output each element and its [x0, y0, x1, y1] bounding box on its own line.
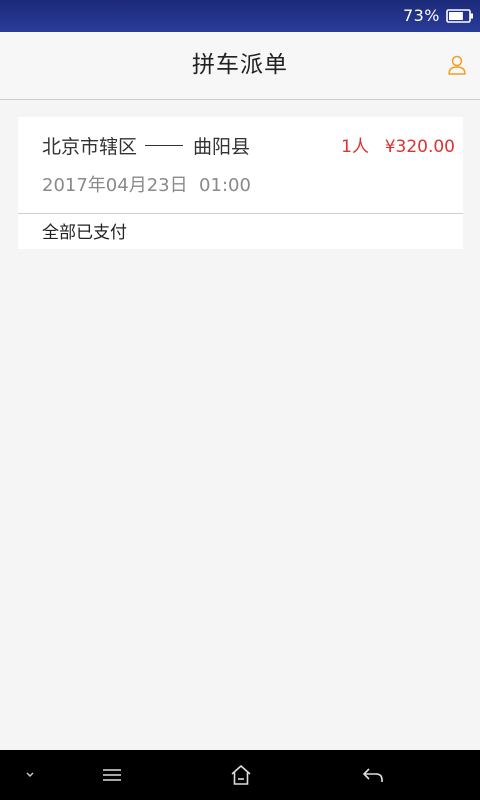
departure-datetime: 2017年04月23日 01:00 — [42, 175, 251, 196]
user-icon[interactable] — [446, 54, 468, 76]
route-separator — [145, 145, 184, 146]
battery-icon — [446, 9, 473, 23]
page-title: 拼车派单 — [192, 52, 288, 78]
menu-icon — [103, 769, 121, 781]
payment-status: 全部已支付 — [42, 223, 127, 243]
chevron-down-icon — [26, 772, 34, 777]
navigation-bar — [0, 750, 480, 800]
route: 北京市辖区 曲阳县 — [42, 135, 250, 159]
menu-button[interactable] — [92, 750, 132, 800]
back-icon — [363, 768, 383, 782]
route-origin: 北京市辖区 — [42, 136, 138, 158]
collapse-nav-button[interactable] — [10, 750, 50, 800]
title-bar: 拼车派单 — [0, 32, 480, 100]
order-card[interactable]: 北京市辖区 曲阳县 1人 ¥320.00 2017年04月23日 01:00 全部… — [18, 117, 463, 249]
status-bar: 73% — [0, 0, 480, 32]
card-divider — [18, 213, 463, 214]
route-destination: 曲阳县 — [193, 136, 251, 158]
back-button[interactable] — [353, 750, 393, 800]
battery-percent: 73% — [402, 6, 440, 25]
home-button[interactable] — [221, 750, 261, 800]
home-icon — [231, 765, 251, 785]
seat-count: 1人 — [341, 137, 369, 157]
order-price: ¥320.00 — [384, 137, 455, 157]
